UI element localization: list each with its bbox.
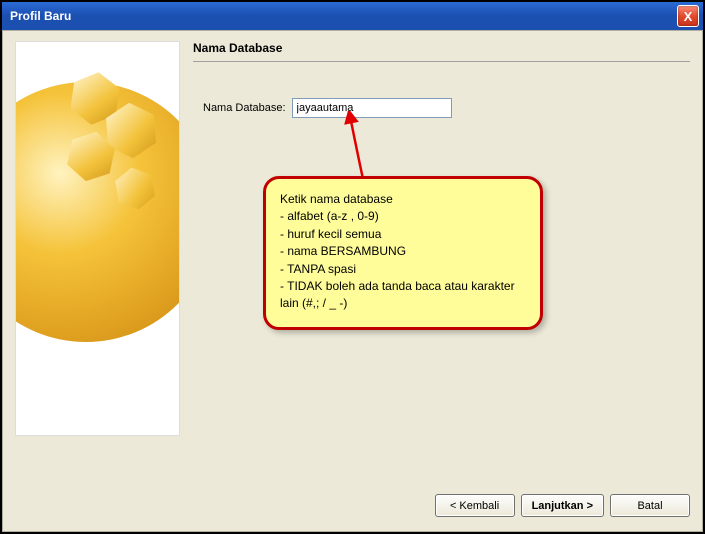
cancel-button[interactable]: Batal bbox=[610, 494, 690, 517]
wizard-sidebar-image bbox=[15, 41, 180, 436]
next-button-label: Lanjutkan > bbox=[532, 500, 593, 512]
instruction-callout: Ketik nama database - alfabet (a-z , 0-9… bbox=[263, 176, 543, 330]
next-button[interactable]: Lanjutkan > bbox=[521, 494, 604, 517]
db-name-label: Nama Database: bbox=[203, 102, 286, 114]
callout-rule: - alfabet (a-z , 0-9) bbox=[280, 208, 526, 225]
divider bbox=[193, 61, 690, 62]
callout-rule: - nama BERSAMBUNG bbox=[280, 243, 526, 260]
cancel-button-label: Batal bbox=[637, 500, 662, 512]
dialog-content: Nama Database Nama Database: Ketik nama … bbox=[2, 30, 703, 532]
page-title: Nama Database bbox=[193, 41, 690, 61]
wizard-main: Nama Database Nama Database: Ketik nama … bbox=[193, 41, 690, 481]
back-button-label: < Kembali bbox=[450, 500, 499, 512]
annotation-arrow-icon bbox=[343, 111, 373, 181]
db-name-input[interactable] bbox=[292, 98, 452, 118]
callout-rule: - huruf kecil semua bbox=[280, 226, 526, 243]
callout-rule: - TANPA spasi bbox=[280, 261, 526, 278]
close-icon: X bbox=[684, 9, 693, 24]
close-button[interactable]: X bbox=[677, 5, 699, 27]
back-button[interactable]: < Kembali bbox=[435, 494, 515, 517]
callout-title: Ketik nama database bbox=[280, 191, 526, 208]
titlebar: Profil Baru X bbox=[2, 2, 703, 30]
window-title: Profil Baru bbox=[10, 9, 677, 23]
db-name-row: Nama Database: bbox=[203, 98, 690, 118]
callout-rule: - TIDAK boleh ada tanda baca atau karakt… bbox=[280, 278, 526, 313]
wizard-buttons: < Kembali Lanjutkan > Batal bbox=[435, 494, 690, 517]
